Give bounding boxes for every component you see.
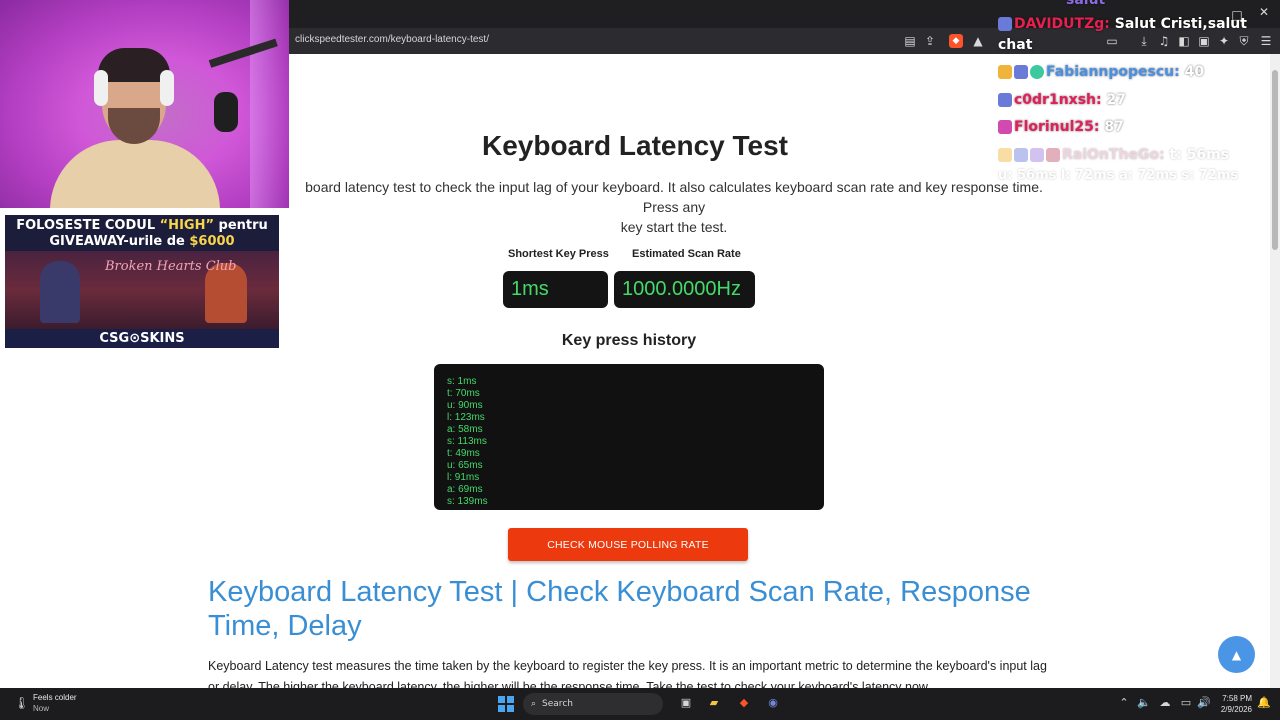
taskbar: 🌡 Feels colder Now ⌕ Search ▣ ▰ ◆ ◉ ⌃ 🔈 ☁… bbox=[0, 688, 1280, 720]
key-press-history-title: Key press history bbox=[561, 332, 697, 349]
history-entry: u: 65ms bbox=[447, 460, 483, 471]
headphone-left bbox=[94, 70, 108, 106]
ad-illustration: Broken Hearts Club bbox=[5, 251, 279, 329]
sponsor-ad: FOLOSESTE CODUL “HIGH” pentru GIVEAWAY-u… bbox=[5, 215, 279, 348]
chat-badge-icon bbox=[1014, 148, 1028, 162]
taskbar-clock[interactable]: 7:58 PM 2/9/2026 bbox=[1216, 693, 1252, 715]
weather-time[interactable]: Now bbox=[33, 704, 49, 713]
chat-badge-icon bbox=[1046, 148, 1060, 162]
chat-message: DAVIDUTZg: Salut Cristi,salut bbox=[998, 16, 1247, 32]
chat-badge-icon bbox=[998, 65, 1012, 79]
network-icon[interactable]: ▭ bbox=[1178, 696, 1194, 712]
share-icon[interactable]: ⇪ bbox=[921, 32, 939, 50]
search-placeholder: Search bbox=[542, 699, 573, 709]
webcam-overlay bbox=[0, 0, 289, 208]
clock-time: 7:58 PM bbox=[1222, 694, 1252, 703]
history-entry: a: 58ms bbox=[447, 424, 483, 435]
taskbar-search[interactable]: ⌕ Search bbox=[523, 693, 663, 715]
chat-badge-icon bbox=[998, 120, 1012, 134]
cloud-icon[interactable]: ☁ bbox=[1157, 696, 1173, 712]
file-explorer-icon[interactable]: ▰ bbox=[706, 696, 722, 712]
start-button[interactable] bbox=[498, 696, 514, 712]
history-entry: l: 123ms bbox=[447, 412, 485, 423]
thermometer-icon[interactable]: 🌡 bbox=[14, 696, 29, 712]
webcam-light bbox=[250, 0, 289, 208]
shortest-key-press-label: Shortest Key Press bbox=[508, 248, 609, 260]
page-description: board latency test to check the input la… bbox=[305, 179, 1043, 235]
chat-badge-icon bbox=[1030, 148, 1044, 162]
task-view-icon[interactable]: ▣ bbox=[678, 696, 694, 712]
reader-icon[interactable]: ▤ bbox=[901, 32, 919, 50]
microphone-icon bbox=[214, 92, 238, 132]
chat-message-partial: salut bbox=[1066, 0, 1106, 8]
chat-message: Florinul25: 87 bbox=[998, 119, 1124, 135]
history-entry: s: 139ms bbox=[447, 496, 488, 507]
chat-badge-icon bbox=[998, 17, 1012, 31]
scan-rate-value: 1000.0000Hz bbox=[614, 271, 755, 308]
discord-icon[interactable]: ◉ bbox=[765, 696, 781, 712]
chat-message: u: 56ms l: 72ms a: 72ms s: 72ms bbox=[998, 168, 1239, 183]
clock-date: 2/9/2026 bbox=[1220, 705, 1252, 714]
shortest-key-press-value: 1ms bbox=[503, 271, 608, 308]
weather-label[interactable]: Feels colder bbox=[33, 693, 77, 702]
brave-shield-icon[interactable]: ◆ bbox=[947, 32, 965, 50]
chat-badge-icon bbox=[998, 148, 1012, 162]
key-press-history: s: 1ms t: 70ms u: 90ms l: 123ms a: 58ms … bbox=[434, 364, 824, 510]
article-heading: Keyboard Latency Test | Check Keyboard S… bbox=[208, 576, 1031, 642]
search-icon: ⌕ bbox=[531, 699, 537, 709]
ad-brand: CSG⊙SKINS bbox=[5, 329, 279, 348]
brave-rewards-icon[interactable]: ▲ bbox=[969, 32, 987, 50]
history-entry: t: 70ms bbox=[447, 388, 480, 399]
history-entry: s: 1ms bbox=[447, 376, 477, 387]
history-entry: u: 90ms bbox=[447, 400, 483, 411]
ad-line2: GIVEAWAY-urile de $6000 bbox=[49, 234, 235, 249]
check-mouse-polling-rate-button[interactable]: CHECK MOUSE POLLING RATE bbox=[508, 528, 748, 561]
notification-icon[interactable]: 🔔 bbox=[1256, 696, 1272, 712]
scrollbar-thumb[interactable] bbox=[1272, 70, 1278, 250]
volume-icon[interactable]: 🔊 bbox=[1196, 696, 1212, 712]
scrollbar[interactable] bbox=[1270, 54, 1280, 688]
scan-rate-label: Estimated Scan Rate bbox=[632, 248, 741, 260]
history-entry: l: 91ms bbox=[447, 472, 480, 483]
history-entry: s: 113ms bbox=[447, 436, 487, 447]
history-entry: a: 69ms bbox=[447, 484, 483, 495]
chat-message: RaiOnTheGo: t: 56ms bbox=[998, 147, 1229, 163]
url-text[interactable]: clickspeedtester.com/keyboard-latency-te… bbox=[295, 34, 489, 45]
ad-neon-sign: Broken Hearts Club bbox=[105, 259, 237, 274]
chat-badge-icon bbox=[1030, 65, 1044, 79]
chat-message: chat bbox=[998, 37, 1033, 53]
chat-message: c0dr1nxsh: 27 bbox=[998, 92, 1126, 108]
chat-badge-icon bbox=[998, 93, 1012, 107]
history-entry: t: 49ms bbox=[447, 448, 480, 459]
brave-browser-icon[interactable]: ◆ bbox=[736, 696, 752, 712]
audio-device-icon[interactable]: 🔈 bbox=[1136, 696, 1152, 712]
chat-badge-icon bbox=[1014, 65, 1028, 79]
ad-character-left bbox=[40, 261, 80, 323]
stream-chat-overlay: salut DAVIDUTZg: Salut Cristi,salut chat… bbox=[998, 0, 1270, 200]
chat-message: Fabiannpopescu: 40 bbox=[998, 64, 1204, 80]
scroll-to-top-button[interactable]: ▲ bbox=[1218, 636, 1255, 673]
headphone-right bbox=[160, 70, 174, 106]
tray-chevron-icon[interactable]: ⌃ bbox=[1116, 696, 1132, 712]
ad-line1: FOLOSESTE CODUL “HIGH” pentru bbox=[16, 218, 268, 233]
